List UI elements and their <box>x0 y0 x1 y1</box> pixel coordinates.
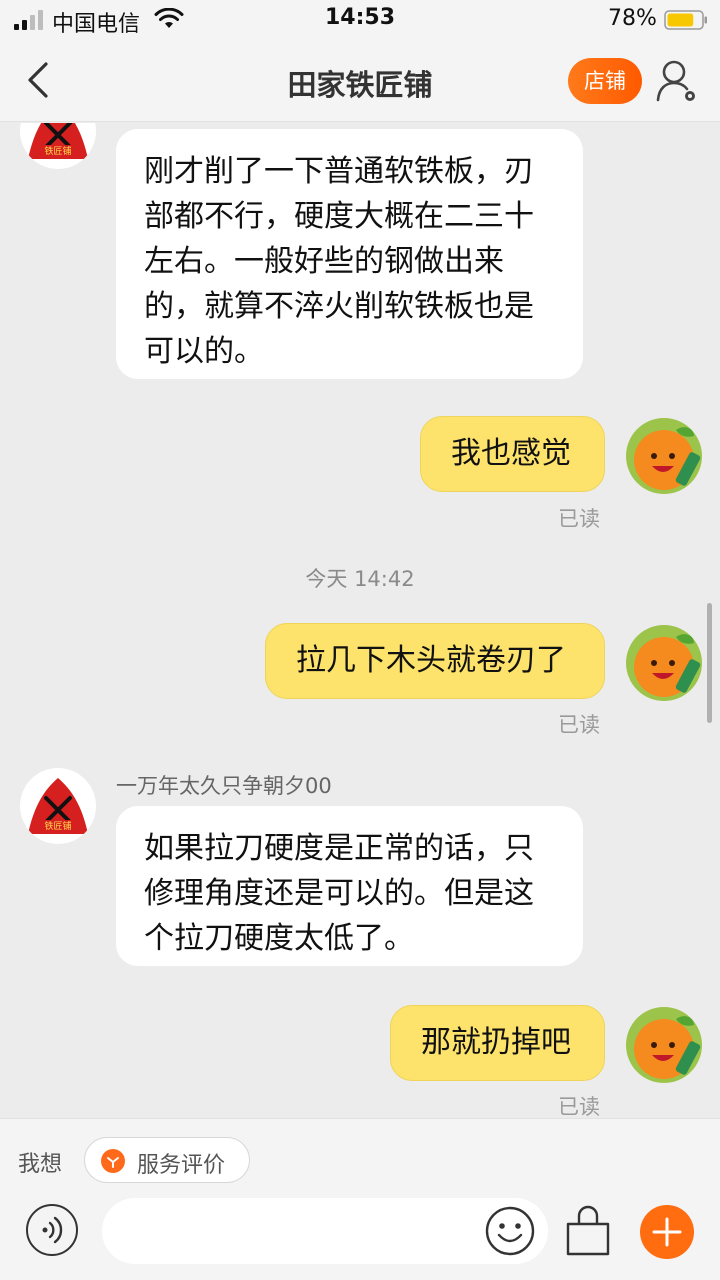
message-text: 拉几下木头就卷刃了 <box>296 643 566 678</box>
quick-actions-label: 我想 <box>18 1152 63 1177</box>
message-bubble-outgoing[interactable]: 我也感觉 <box>420 416 605 492</box>
message-text: 如果拉刀硬度是正常的话，只修理角度还是可以的。但是这个拉刀硬度太低了。 <box>144 831 534 956</box>
quick-actions-bar: 我想 服务评价 <box>0 1118 720 1198</box>
read-status: 已读 <box>558 507 600 531</box>
scrollbar[interactable] <box>707 603 712 723</box>
user-settings-icon[interactable] <box>656 58 700 104</box>
shop-avatar[interactable]: 铁匠铺 <box>20 768 96 844</box>
chat-header: 田家铁匠铺 店铺 <box>0 40 720 122</box>
message-text: 我也感觉 <box>451 436 571 471</box>
shop-logo-icon: 铁匠铺 <box>28 123 88 159</box>
rating-icon <box>101 1149 125 1173</box>
plus-icon <box>652 1217 682 1247</box>
user-avatar[interactable] <box>624 416 704 496</box>
svg-text:铁匠铺: 铁匠铺 <box>44 145 71 157</box>
shopping-bag-icon[interactable] <box>562 1204 614 1258</box>
emoji-icon[interactable] <box>484 1205 536 1257</box>
orange-mascot-icon <box>626 625 702 701</box>
voice-icon <box>42 1216 63 1244</box>
message-bubble-outgoing[interactable]: 拉几下木头就卷刃了 <box>265 623 605 699</box>
message-bubble-incoming[interactable]: 刚才削了一下普通软铁板，刃部都不行，硬度大概在二三十左右。一般好些的钢做出来的，… <box>116 129 583 379</box>
sender-name: 一万年太久只争朝夕00 <box>116 774 332 798</box>
user-avatar[interactable] <box>624 1005 704 1085</box>
message-text: 刚才削了一下普通软铁板，刃部都不行，硬度大概在二三十左右。一般好些的钢做出来的，… <box>144 154 534 369</box>
message-bubble-incoming[interactable]: 如果拉刀硬度是正常的话，只修理角度还是可以的。但是这个拉刀硬度太低了。 <box>116 806 583 966</box>
status-bar: 中国电信 14:53 78% <box>0 0 720 40</box>
read-status: 已读 <box>558 713 600 737</box>
orange-mascot-icon <box>626 1007 702 1083</box>
shop-logo-icon: 铁匠铺 <box>28 778 88 834</box>
shop-avatar[interactable]: 铁匠铺 <box>20 123 96 169</box>
service-rating-label: 服务评价 <box>137 1153 226 1178</box>
message-input[interactable] <box>102 1198 548 1264</box>
time-separator: 今天 14:42 <box>305 567 415 591</box>
service-rating-button[interactable]: 服务评价 <box>84 1137 250 1183</box>
orange-mascot-icon <box>626 418 702 494</box>
svg-text:铁匠铺: 铁匠铺 <box>44 820 71 832</box>
chat-area[interactable]: 铁匠铺 刚才削了一下普通软铁板，刃部都不行，硬度大概在二三十左右。一般好些的钢做… <box>0 123 720 1118</box>
input-bar <box>0 1198 720 1280</box>
message-text: 那就扔掉吧 <box>421 1025 571 1060</box>
more-actions-button[interactable] <box>640 1205 694 1259</box>
shop-button[interactable]: 店铺 <box>568 58 642 104</box>
read-status: 已读 <box>558 1095 600 1118</box>
battery-percent: 78% <box>608 6 657 31</box>
user-avatar[interactable] <box>624 623 704 703</box>
voice-input-button[interactable] <box>26 1204 78 1256</box>
message-bubble-outgoing[interactable]: 那就扔掉吧 <box>390 1005 605 1081</box>
battery-icon <box>664 10 707 30</box>
